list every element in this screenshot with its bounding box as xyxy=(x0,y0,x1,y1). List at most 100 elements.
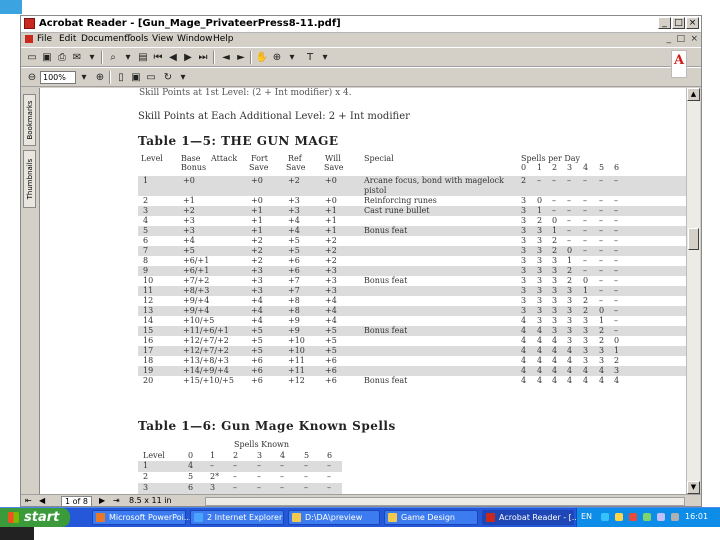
language-indicator[interactable]: EN xyxy=(581,512,592,522)
task-game-design[interactable]: Game Design xyxy=(384,510,478,525)
zoom-dropdown-icon[interactable]: ▾ xyxy=(285,51,299,64)
network-icon[interactable] xyxy=(601,513,609,521)
menu-window[interactable]: Window xyxy=(177,34,213,45)
cell-fort-save: +4 xyxy=(251,306,263,315)
actual-size-icon[interactable]: ▯ xyxy=(114,71,128,84)
cell-spells-per-day: – xyxy=(614,296,618,305)
antivirus-icon[interactable] xyxy=(629,513,637,521)
rotate-dropdown-icon[interactable]: ▾ xyxy=(176,71,190,84)
menu-file[interactable]: File xyxy=(37,34,52,45)
hand-tool-icon[interactable]: ✋ xyxy=(255,51,269,64)
page-number-field[interactable]: 1 of 8 xyxy=(61,496,92,506)
cell-will-save: +3 xyxy=(325,286,337,295)
menu-document[interactable]: Document xyxy=(81,34,128,45)
doc-restore-button[interactable]: □ xyxy=(676,34,685,45)
cell-will-save: +4 xyxy=(325,296,337,305)
task-internet-explorer[interactable]: 2 Internet Explorer xyxy=(190,510,284,525)
cell-spells-known: 3 xyxy=(210,483,216,492)
first-page-nav-icon[interactable]: ⇤ xyxy=(25,496,32,506)
print-icon[interactable]: ⎙ xyxy=(55,51,69,64)
rotate-icon[interactable]: ↻ xyxy=(161,71,175,84)
menu-edit[interactable]: Edit xyxy=(59,34,76,45)
search-icon[interactable]: ⌕ xyxy=(106,51,120,64)
cell-spells-per-day: 3 xyxy=(552,256,558,265)
zoom-dropdown-icon[interactable]: ▾ xyxy=(77,71,91,84)
tray-icon[interactable] xyxy=(615,513,623,521)
text-select-icon[interactable]: T xyxy=(303,51,317,64)
zoom-level-field[interactable]: 100% xyxy=(40,71,76,84)
last-page-icon[interactable]: ⏭ xyxy=(196,51,210,64)
next-page-icon[interactable]: ▶ xyxy=(181,51,195,64)
first-page-icon[interactable]: ⏮ xyxy=(151,51,165,64)
vertical-scrollbar[interactable]: ▲ ▼ xyxy=(686,88,700,494)
tab-thumbnails[interactable]: Thumbnails xyxy=(23,150,36,208)
cell-level: 2 xyxy=(143,472,149,481)
cell-spells-per-day: 3 xyxy=(552,316,558,325)
doc-close-button[interactable]: × xyxy=(690,34,698,45)
cell-spells-per-day: 3 xyxy=(537,256,543,265)
cell-spells-per-day: – xyxy=(599,276,603,285)
menu-view[interactable]: View xyxy=(152,34,173,45)
email-icon[interactable]: ✉ xyxy=(70,51,84,64)
start-button[interactable]: start xyxy=(0,508,70,527)
cell-special: Cast rune bullet xyxy=(364,206,430,215)
folder-icon xyxy=(292,513,301,522)
last-page-nav-icon[interactable]: ⇥ xyxy=(113,496,120,506)
menu-bar: File Edit Document Tools View Window Hel… xyxy=(21,33,701,46)
fit-page-icon[interactable]: ▣ xyxy=(129,71,143,84)
task-powerpoint[interactable]: Microsoft PowerPoi... xyxy=(92,510,191,525)
tab-bookmarks[interactable]: Bookmarks xyxy=(23,94,36,146)
cell-base-attack: +9/+4 xyxy=(183,296,210,305)
header-spell-level: 4 xyxy=(583,163,589,172)
tools-dropdown-icon[interactable]: ▾ xyxy=(121,51,135,64)
cell-special: Bonus feat xyxy=(364,226,408,235)
cell-fort-save: +5 xyxy=(251,326,263,335)
cell-fort-save: +1 xyxy=(251,206,263,215)
volume-icon[interactable] xyxy=(657,513,665,521)
task-label: D:\DA\preview xyxy=(305,513,363,522)
zoom-in-icon[interactable]: ⊕ xyxy=(93,71,107,84)
tray-icon[interactable] xyxy=(671,513,679,521)
scroll-thumb[interactable] xyxy=(688,228,699,250)
cell-spells-per-day: 3 xyxy=(521,246,527,255)
cell-spells-per-day: – xyxy=(614,226,618,235)
next-page-nav-icon[interactable]: ▶ xyxy=(99,496,105,506)
cell-level: 7 xyxy=(143,246,149,255)
tray-icon[interactable] xyxy=(643,513,651,521)
prev-page-nav-icon[interactable]: ◀ xyxy=(39,496,45,506)
previous-page-icon[interactable]: ◀ xyxy=(166,51,180,64)
go-back-icon[interactable]: ◄ xyxy=(219,51,233,64)
maximize-button[interactable]: □ xyxy=(672,17,685,29)
cell-spells-per-day: 2 xyxy=(599,326,605,335)
cell-base-attack: +3 xyxy=(183,226,195,235)
go-forward-icon[interactable]: ► xyxy=(234,51,248,64)
task-folder-preview[interactable]: D:\DA\preview xyxy=(288,510,380,525)
cell-level: 3 xyxy=(143,206,149,215)
zoom-out-icon[interactable]: ⊖ xyxy=(25,71,39,84)
cell-fort-save: +2 xyxy=(251,246,263,255)
cell-spells-per-day: 3 xyxy=(567,326,573,335)
cell-base-attack: +11/+6/+1 xyxy=(183,326,229,335)
scroll-up-arrow[interactable]: ▲ xyxy=(687,88,700,101)
minimize-button[interactable]: _ xyxy=(658,17,671,29)
cell-will-save: +1 xyxy=(325,206,337,215)
cell-spells-per-day: – xyxy=(599,216,603,225)
view-icon[interactable]: ▤ xyxy=(136,51,150,64)
menu-tools[interactable]: Tools xyxy=(126,34,148,45)
open-icon[interactable]: ▭ xyxy=(25,51,39,64)
save-icon[interactable]: ▣ xyxy=(40,51,54,64)
cell-level: 10 xyxy=(143,276,154,285)
zoom-tool-icon[interactable]: ⊕ xyxy=(270,51,284,64)
header-spells-per-day: Spells per Day xyxy=(521,154,581,163)
task-acrobat-reader[interactable]: Acrobat Reader - [... xyxy=(482,510,579,525)
acrobat-icon xyxy=(486,513,495,522)
doc-minimize-button[interactable]: _ xyxy=(667,34,672,45)
close-button[interactable]: × xyxy=(686,17,699,29)
cell-base-attack: +8/+3 xyxy=(183,286,210,295)
scroll-down-arrow[interactable]: ▼ xyxy=(687,481,700,494)
hand-dropdown-icon[interactable]: ▾ xyxy=(85,51,99,64)
menu-help[interactable]: Help xyxy=(213,34,234,45)
select-dropdown-icon[interactable]: ▾ xyxy=(318,51,332,64)
fit-width-icon[interactable]: ▭ xyxy=(144,71,158,84)
horizontal-scrollbar[interactable] xyxy=(205,497,685,506)
